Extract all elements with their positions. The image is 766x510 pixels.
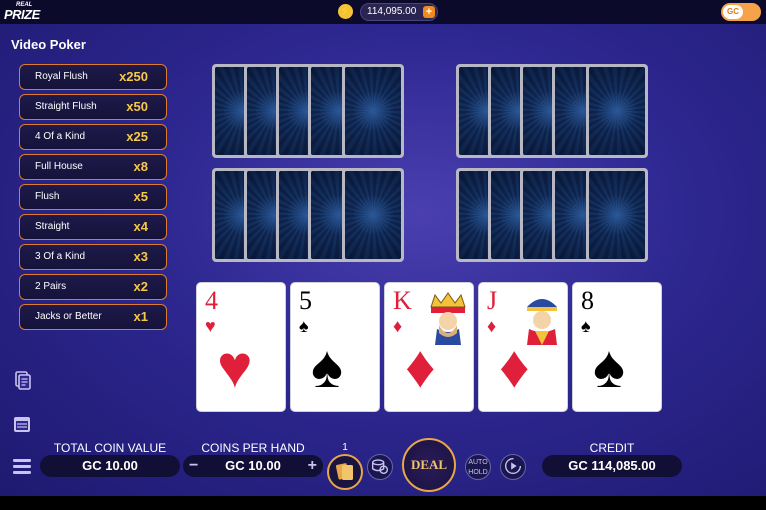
total-coin-value-label: TOTAL COIN VALUE bbox=[53, 441, 167, 455]
realprize-logo[interactable]: REAL PRIZE bbox=[4, 2, 52, 22]
lightning-icon[interactable]: ⚡ bbox=[338, 4, 353, 19]
spade-icon: ♠ bbox=[299, 316, 309, 336]
hand-backs-mid-left bbox=[212, 168, 408, 262]
autoplay-icon bbox=[504, 457, 522, 475]
card-rank: J bbox=[487, 286, 498, 315]
hand-multiplier: x2 bbox=[133, 279, 148, 294]
coins-per-hand-value: GC 10.00 bbox=[225, 458, 281, 473]
document-icon[interactable] bbox=[12, 370, 32, 390]
paytable-row: Straight Flush x50 bbox=[19, 94, 167, 120]
jack-face-icon bbox=[527, 299, 557, 345]
heart-icon: ♥ bbox=[217, 333, 253, 400]
add-funds-button[interactable]: + bbox=[423, 6, 435, 18]
playing-card[interactable]: 4 ♥ ♥ bbox=[196, 282, 286, 412]
hand-name: Flush bbox=[35, 191, 60, 202]
autoplay-button[interactable] bbox=[500, 454, 526, 480]
spade-icon: ♠ bbox=[593, 333, 625, 400]
paytable-row: Royal Flush x250 bbox=[19, 64, 167, 90]
card-back bbox=[342, 168, 404, 262]
hand-name: Straight Flush bbox=[35, 101, 97, 112]
card-rank: 8 bbox=[581, 286, 594, 315]
coin-stack-icon bbox=[371, 459, 389, 475]
paytable: Royal Flush x250 Straight Flush x50 4 Of a… bbox=[19, 64, 167, 334]
hand-multiplier: x3 bbox=[133, 249, 148, 264]
card-rank: 4 bbox=[205, 286, 218, 315]
decrease-coins-button[interactable]: − bbox=[189, 455, 198, 477]
hand-backs-top-left bbox=[212, 64, 408, 158]
heart-icon: ♥ bbox=[205, 316, 216, 336]
coins-per-hand-label: COINS PER HAND bbox=[201, 441, 305, 455]
calendar-icon[interactable] bbox=[12, 414, 32, 434]
king-face-icon bbox=[430, 292, 466, 345]
playing-card[interactable]: K ♦ ♦ bbox=[384, 282, 474, 412]
hand-multiplier: x8 bbox=[133, 159, 148, 174]
credit-display: GC 114,085.00 bbox=[542, 455, 682, 477]
playing-card[interactable]: 8 ♠ ♠ bbox=[572, 282, 662, 412]
hand-backs-top-right bbox=[456, 64, 652, 158]
paytable-row: Full House x8 bbox=[19, 154, 167, 180]
hand-name: 2 Pairs bbox=[35, 281, 67, 292]
hand-name: Jacks or Better bbox=[35, 311, 102, 322]
game-title: Video Poker bbox=[11, 37, 86, 52]
hand-multiplier: x5 bbox=[133, 189, 148, 204]
hand-name: 3 Of a Kind bbox=[35, 251, 86, 262]
game-area: Video Poker Royal Flush x250 Straight Flu… bbox=[0, 24, 766, 496]
card-rank: K bbox=[393, 286, 412, 315]
hand-multiplier: x1 bbox=[133, 309, 148, 324]
card-rank: 5 bbox=[299, 286, 312, 315]
hand-multiplier: x250 bbox=[119, 69, 148, 84]
balance-pill: 114,095.00 + bbox=[360, 3, 438, 21]
paytable-row: Flush x5 bbox=[19, 184, 167, 210]
currency-toggle[interactable]: GC bbox=[721, 3, 761, 21]
currency-toggle-knob: GC bbox=[723, 5, 743, 19]
hands-count: 1 bbox=[342, 442, 348, 453]
hand-name: Straight bbox=[35, 221, 70, 232]
bottom-strip bbox=[0, 496, 766, 510]
balance-value: 114,095.00 bbox=[367, 6, 417, 17]
deal-button[interactable]: DEAL bbox=[402, 438, 456, 492]
hand-multiplier: x50 bbox=[126, 99, 148, 114]
playing-card[interactable]: J ♦ ♦ bbox=[478, 282, 568, 412]
card-back bbox=[342, 64, 404, 158]
card-back bbox=[586, 168, 648, 262]
hands-select-button[interactable] bbox=[327, 454, 363, 490]
menu-icon[interactable] bbox=[12, 456, 32, 476]
diamond-icon: ♦ bbox=[487, 316, 497, 336]
paytable-row: Straight x4 bbox=[19, 214, 167, 240]
card-back bbox=[586, 64, 648, 158]
paytable-row: Jacks or Better x1 bbox=[19, 304, 167, 330]
logo-text-large: PRIZE bbox=[4, 7, 40, 22]
top-bar: REAL PRIZE ⚡ 114,095.00 + GC bbox=[0, 0, 766, 24]
paytable-row: 2 Pairs x2 bbox=[19, 274, 167, 300]
hand-multiplier: x25 bbox=[126, 129, 148, 144]
total-coin-value-display: GC 10.00 bbox=[40, 455, 180, 477]
credit-label: CREDIT bbox=[589, 441, 635, 455]
paytable-row: 3 Of a Kind x3 bbox=[19, 244, 167, 270]
spade-icon: ♠ bbox=[311, 333, 343, 400]
diamond-icon: ♦ bbox=[393, 316, 403, 336]
hand-backs-mid-right bbox=[456, 168, 652, 262]
cards-icon bbox=[335, 463, 353, 480]
coins-per-hand-control: − GC 10.00 + bbox=[183, 455, 323, 477]
auto-hold-button[interactable]: AUTO HOLD bbox=[465, 454, 491, 480]
paytable-row: 4 Of a Kind x25 bbox=[19, 124, 167, 150]
hand-multiplier: x4 bbox=[133, 219, 148, 234]
hand-name: Full House bbox=[35, 161, 83, 172]
spade-icon: ♠ bbox=[581, 316, 591, 336]
increase-coins-button[interactable]: + bbox=[308, 455, 317, 477]
hand-name: Royal Flush bbox=[35, 71, 88, 82]
hand-name: 4 Of a Kind bbox=[35, 131, 86, 142]
playing-card[interactable]: 5 ♠ ♠ bbox=[290, 282, 380, 412]
coin-stack-button[interactable] bbox=[367, 454, 393, 480]
